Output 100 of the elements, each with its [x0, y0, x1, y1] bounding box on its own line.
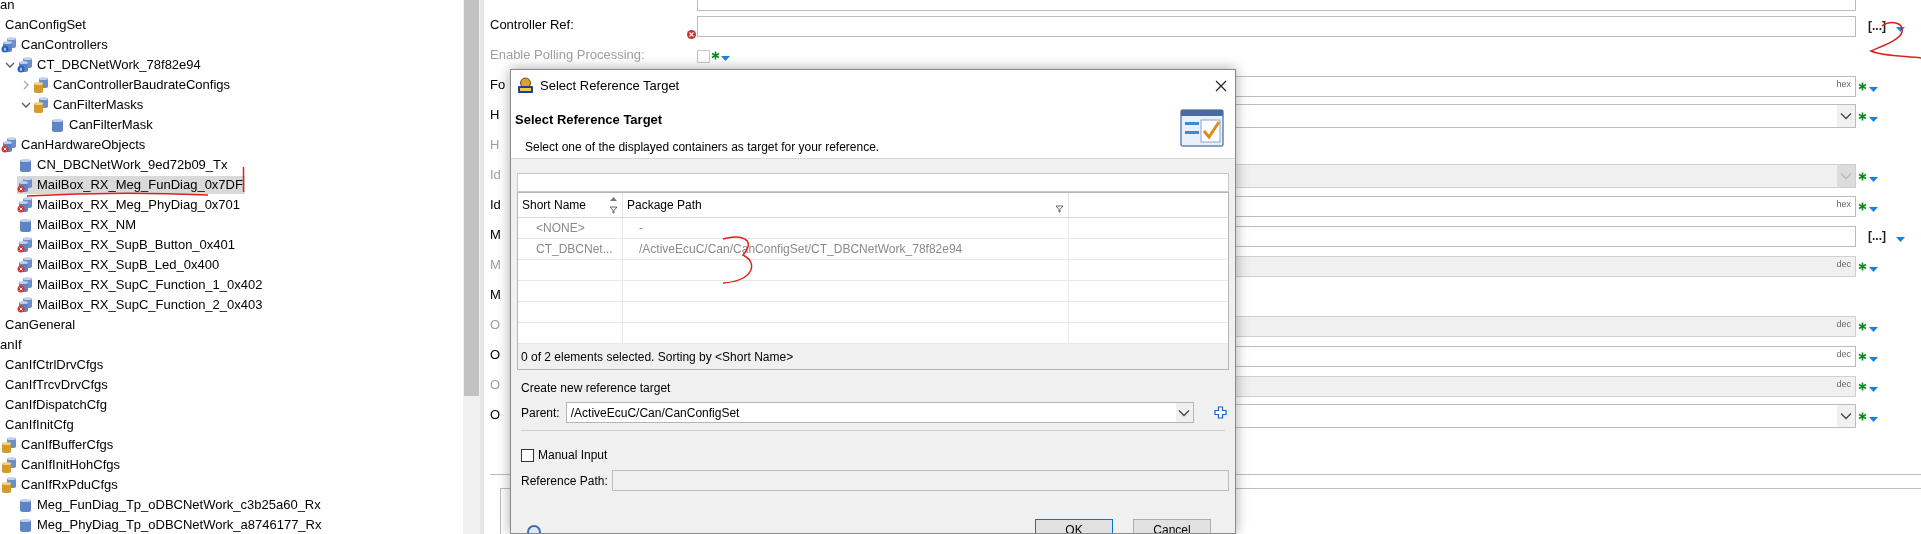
tree-item[interactable]: CanIfDispatchCfg: [0, 396, 109, 414]
unit-label: hex: [1836, 77, 1851, 91]
asterisk-icon: [1858, 381, 1867, 391]
database-error-icon: [17, 177, 33, 193]
tree-item[interactable]: CanGeneral: [0, 316, 78, 334]
tree-item[interactable]: CanIfBufferCfgs: [1, 436, 116, 454]
database-error-icon: [17, 257, 33, 273]
dropdown-arrow-icon[interactable]: [1869, 356, 1878, 362]
tree-item[interactable]: CanHardwareObjects: [1, 136, 148, 154]
table-cell[interactable]: <NONE>: [536, 219, 585, 237]
browse-button[interactable]: [...]: [1868, 17, 1886, 35]
chevron-down-icon[interactable]: [1178, 408, 1191, 417]
field-label: O: [490, 316, 501, 335]
dropdown-arrow-icon[interactable]: [1869, 176, 1878, 182]
field-label: O: [490, 376, 501, 395]
database-info-icon: [17, 57, 33, 73]
dropdown-arrow-icon[interactable]: [1869, 326, 1878, 332]
table-cell[interactable]: CT_DBCNet...: [536, 240, 613, 258]
tree-item[interactable]: Meg_FunDiag_Tp_oDBCNetWork_c3b25a60_Rx: [17, 496, 323, 514]
field-label: Id: [490, 166, 501, 185]
browse-button[interactable]: [...]: [1868, 227, 1886, 245]
parent-dropdown[interactable]: /ActiveEcuC/Can/CanConfigSet: [565, 402, 1194, 423]
tree-item[interactable]: CanIfInitCfg: [0, 416, 76, 434]
cylinder-icon: [17, 217, 33, 233]
asterisk-icon: [1858, 351, 1867, 361]
chevron-down-icon[interactable]: [1840, 412, 1852, 420]
tree-item[interactable]: MailBox_RX_SupB_Led_0x400: [17, 256, 222, 274]
close-icon[interactable]: [1215, 79, 1227, 92]
tree-item[interactable]: MailBox_RX_SupC_Function_1_0x402: [17, 276, 265, 294]
tree-item[interactable]: MailBox_RX_SupB_Button_0x401: [17, 236, 238, 254]
tree-item[interactable]: MailBox_RX_Meg_FunDiag_0x7DF: [17, 176, 245, 194]
tree-item[interactable]: CanIfInitHohCfgs: [1, 456, 122, 474]
chevron-icon[interactable]: [21, 100, 31, 110]
dropdown-arrow-icon[interactable]: [1896, 26, 1905, 32]
database-error-icon: [17, 237, 33, 253]
dropdown-arrow-icon[interactable]: [721, 55, 730, 61]
field-label: O: [490, 346, 501, 365]
sort-filter-icon[interactable]: [609, 196, 618, 214]
database-stack-icon: [1, 437, 17, 453]
checkbox[interactable]: [521, 448, 534, 462]
tree-item[interactable]: CanControllerBaudrateConfigs: [33, 76, 233, 94]
tree-item[interactable]: CanControllers: [1, 36, 110, 54]
chevron-icon[interactable]: [5, 60, 15, 70]
unit-label: dec: [1836, 377, 1851, 391]
tree-item[interactable]: CanFilterMasks: [33, 96, 146, 114]
field-label: M: [490, 256, 501, 275]
filter-field[interactable]: [517, 173, 1229, 192]
asterisk-icon: [1858, 321, 1867, 331]
asterisk-icon: [1858, 81, 1867, 91]
tree-item[interactable]: MailBox_RX_Meg_PhyDiag_0x701: [17, 196, 243, 214]
cylinder-icon: [17, 517, 33, 533]
asterisk-icon: [1858, 201, 1867, 211]
annotation-mark: [242, 167, 245, 192]
tree-item[interactable]: an: [0, 0, 17, 14]
dialog-heading: Select Reference Target: [515, 111, 664, 129]
field-label: Reference Path:: [521, 472, 608, 490]
tree-item[interactable]: CanIfCtrlDrvCfgs: [0, 356, 106, 374]
tree-item[interactable]: Meg_PhyDiag_Tp_oDBCNetWork_a8746177_Rx: [17, 516, 324, 534]
dropdown-arrow-icon[interactable]: [1869, 206, 1878, 212]
reference-field[interactable]: [697, 15, 1856, 37]
tree-item[interactable]: CT_DBCNetWork_78f82e94: [17, 56, 203, 74]
tree-item[interactable]: CanFilterMask: [49, 116, 155, 134]
dialog-title: Select Reference Target: [540, 76, 681, 95]
field-label: H: [490, 106, 500, 125]
dropdown-arrow-icon[interactable]: [1869, 266, 1878, 272]
field-label: Enable Polling Processing:: [490, 46, 645, 65]
dropdown-arrow-icon[interactable]: [1869, 386, 1878, 392]
asterisk-icon: [1858, 411, 1867, 421]
unit-label: dec: [1836, 347, 1851, 361]
asterisk-icon: [711, 50, 720, 60]
database-error-icon: [17, 297, 33, 313]
dropdown-arrow-icon[interactable]: [1896, 236, 1905, 242]
checkbox-label: Manual Input: [538, 447, 608, 464]
dropdown-arrow-icon[interactable]: [1869, 416, 1878, 422]
field-label: Controller Ref:: [490, 16, 574, 35]
asterisk-icon: [1858, 111, 1867, 121]
field-label: Fo: [490, 76, 506, 95]
tree-item[interactable]: MailBox_RX_SupC_Function_2_0x403: [17, 296, 265, 314]
field-label: M: [490, 226, 501, 245]
column-header[interactable]: Package Path: [623, 193, 1069, 217]
chevron-down-icon[interactable]: [1840, 112, 1852, 120]
dropdown-arrow-icon[interactable]: [1869, 86, 1878, 92]
cylinder-icon: [49, 117, 65, 133]
database-error-icon: [17, 197, 33, 213]
unit-label: dec: [1836, 257, 1851, 271]
column-header[interactable]: Short Name: [518, 193, 623, 217]
tree-item[interactable]: CanIfTrcvDrvCfgs: [0, 376, 110, 394]
tree-item[interactable]: CN_DBCNetWork_9ed72b09_Tx: [17, 156, 230, 174]
filter-icon[interactable]: [1055, 205, 1064, 213]
tree-item[interactable]: CanIfRxPduCfgs: [1, 476, 120, 494]
tree-item[interactable]: MailBox_RX_NM: [17, 216, 138, 234]
unit-label: dec: [1836, 317, 1851, 331]
tree-item[interactable]: anIf: [0, 336, 24, 354]
tree-item[interactable]: CanConfigSet: [0, 16, 88, 34]
dropdown-arrow-icon[interactable]: [1869, 116, 1878, 122]
field-label: Id: [490, 196, 501, 215]
dialog-description: Select one of the displayed containers as target for your reference.: [524, 138, 880, 156]
database-error-icon: [17, 277, 33, 293]
add-icon[interactable]: [1213, 406, 1227, 419]
scrollbar-thumb[interactable]: [464, 0, 479, 396]
